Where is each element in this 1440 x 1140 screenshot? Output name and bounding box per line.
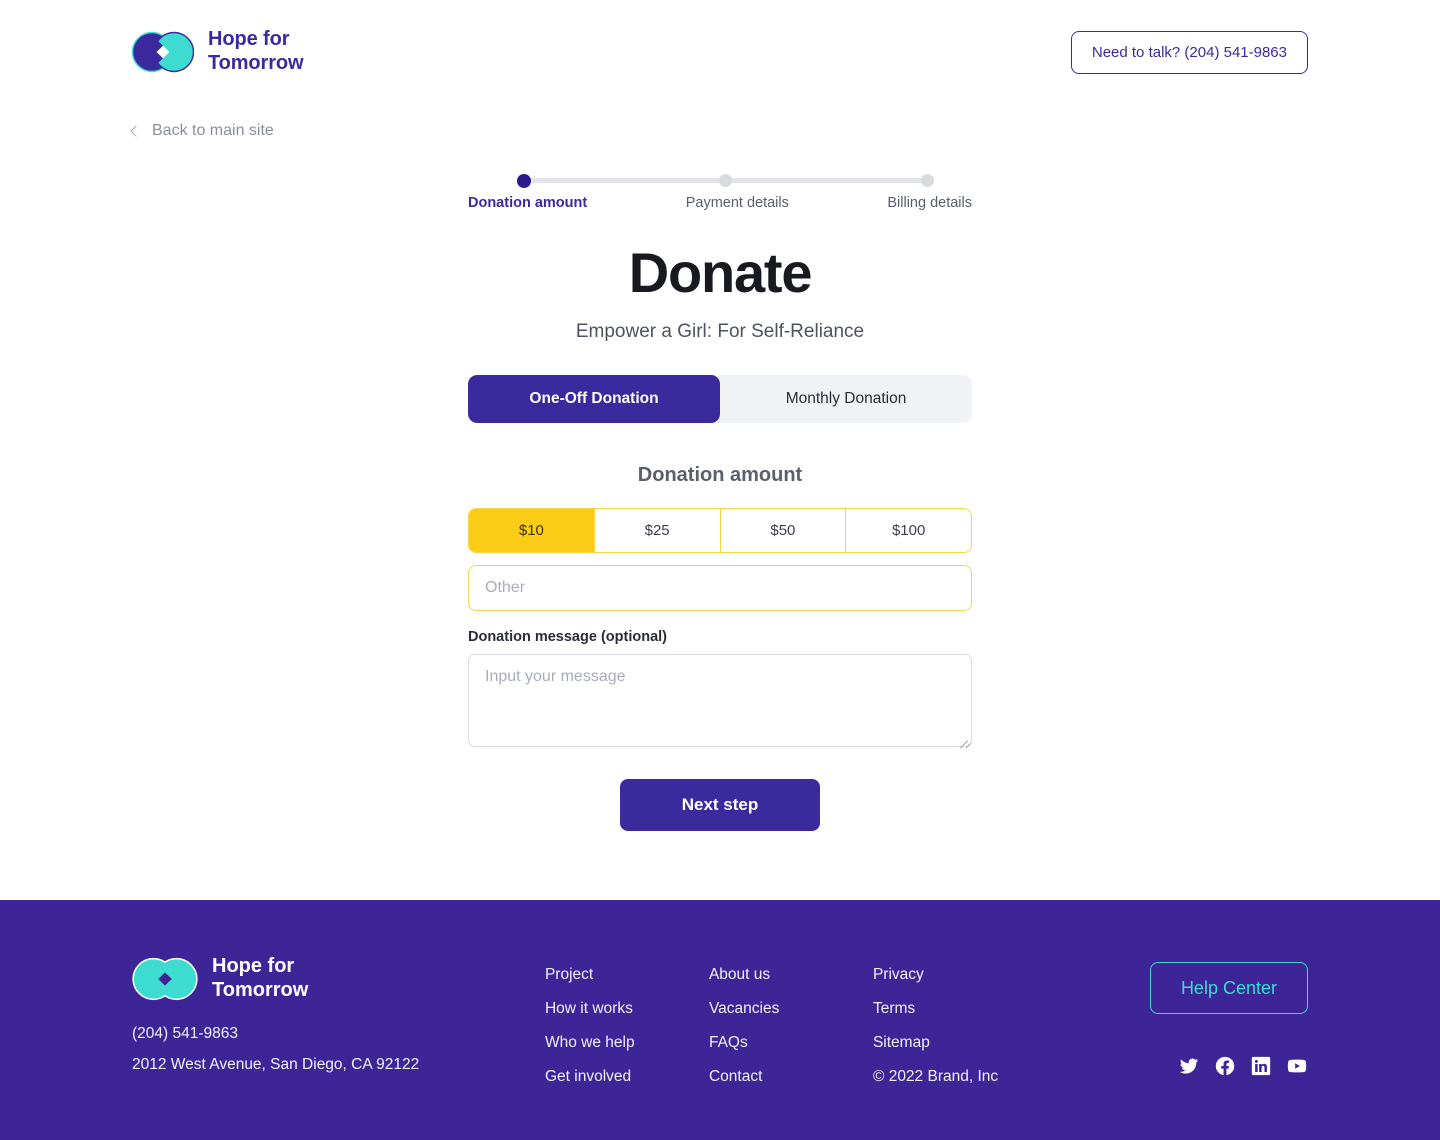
infinity-logo-icon: [132, 31, 194, 73]
footer-link-sitemap[interactable]: Sitemap: [873, 1034, 1037, 1052]
stepper-dot-billing-details[interactable]: [921, 174, 934, 187]
donation-page: Hope for Tomorrow Need to talk? (204) 54…: [0, 0, 1440, 1140]
footer-link-get-involved[interactable]: Get involved: [545, 1068, 709, 1086]
stepper-label-payment-details: Payment details: [685, 195, 789, 211]
footer-phone: (204) 541-9863: [132, 1025, 238, 1043]
social-links: [1178, 1055, 1308, 1077]
chevron-left-icon: [130, 125, 142, 137]
donation-message-label: Donation message (optional): [468, 629, 667, 646]
footer-brand-logo[interactable]: Hope for Tomorrow: [132, 955, 432, 1002]
help-center-button[interactable]: Help Center: [1149, 962, 1308, 1014]
amount-option-100[interactable]: $100: [846, 509, 971, 553]
contact-phone-button[interactable]: Need to talk? (204) 541-9863: [1070, 30, 1308, 74]
back-link-row: Back to main site: [0, 104, 1440, 140]
footer-address: 2012 West Avenue, San Diego, CA 92122: [132, 1056, 420, 1074]
donation-message-wrapper: [468, 654, 972, 749]
amount-option-25[interactable]: $25: [594, 509, 721, 553]
footer-link-terms[interactable]: Terms: [873, 1000, 1037, 1018]
footer-link-contact[interactable]: Contact: [709, 1068, 873, 1086]
footer-right-block: Help Center: [1149, 955, 1308, 1140]
footer-copyright: © 2022 Brand, Inc: [872, 1068, 999, 1085]
footer-link-how-it-works[interactable]: How it works: [545, 1000, 709, 1018]
page-title: Donate: [628, 241, 813, 304]
site-footer: Hope for Tomorrow (204) 541-9863 2012 We…: [0, 900, 1440, 1140]
page-subtitle: Empower a Girl: For Self-Reliance: [575, 321, 865, 343]
footer-column-1: Project How it works Who we help Get inv…: [545, 966, 709, 1140]
footer-column-2: About us Vacancies FAQs Contact: [709, 966, 873, 1140]
amount-option-10[interactable]: $10: [469, 509, 595, 553]
amount-option-50[interactable]: $50: [720, 509, 847, 553]
footer-brand-name: Hope for Tomorrow: [212, 955, 309, 1001]
youtube-icon[interactable]: [1286, 1055, 1308, 1077]
footer-link-project[interactable]: Project: [545, 966, 709, 984]
linkedin-icon[interactable]: [1250, 1055, 1272, 1077]
site-header: Hope for Tomorrow Need to talk? (204) 54…: [0, 0, 1440, 104]
footer-link-faqs[interactable]: FAQs: [709, 1034, 873, 1052]
next-step-button[interactable]: Next step: [620, 779, 820, 832]
footer-link-privacy[interactable]: Privacy: [873, 966, 1037, 984]
donation-amount-options: $10 $25 $50 $100: [468, 508, 972, 554]
stepper-dot-payment-details[interactable]: [719, 174, 732, 187]
stepper-label-donation-amount: Donation amount: [468, 195, 588, 211]
back-to-main-site-link[interactable]: Back to main site: [130, 122, 274, 140]
donation-frequency-tabs: One-Off Donation Monthly Donation: [468, 375, 972, 424]
footer-link-vacancies[interactable]: Vacancies: [709, 1000, 873, 1018]
stepper-labels: Donation amount Payment details Billing …: [468, 195, 972, 211]
footer-link-columns: Project How it works Who we help Get inv…: [545, 955, 1037, 1140]
stepper-dots: [468, 169, 972, 191]
stepper-label-billing-details: Billing details: [887, 195, 972, 211]
stepper-dot-donation-amount[interactable]: [517, 173, 531, 188]
donation-form: Donation amount Payment details Billing …: [468, 169, 972, 832]
footer-link-who-we-help[interactable]: Who we help: [545, 1034, 709, 1052]
infinity-logo-icon: [132, 957, 198, 1000]
progress-stepper: Donation amount Payment details Billing …: [468, 169, 972, 217]
facebook-icon[interactable]: [1214, 1055, 1236, 1077]
footer-column-3: Privacy Terms Sitemap © 2022 Brand, Inc: [873, 966, 1037, 1140]
twitter-icon[interactable]: [1178, 1055, 1200, 1077]
donation-message-textarea[interactable]: [468, 654, 972, 748]
tab-one-off-donation[interactable]: One-Off Donation: [468, 375, 720, 424]
other-amount-input[interactable]: [468, 565, 972, 612]
footer-link-about-us[interactable]: About us: [709, 966, 873, 984]
brand-logo[interactable]: Hope for Tomorrow: [132, 28, 304, 75]
brand-name: Hope for Tomorrow: [208, 28, 304, 74]
tab-monthly-donation[interactable]: Monthly Donation: [720, 375, 972, 424]
footer-brand-block: Hope for Tomorrow (204) 541-9863 2012 We…: [132, 955, 432, 1140]
main-content: Donation amount Payment details Billing …: [0, 140, 1440, 900]
donation-amount-heading: Donation amount: [637, 464, 803, 487]
back-link-label: Back to main site: [152, 122, 274, 139]
